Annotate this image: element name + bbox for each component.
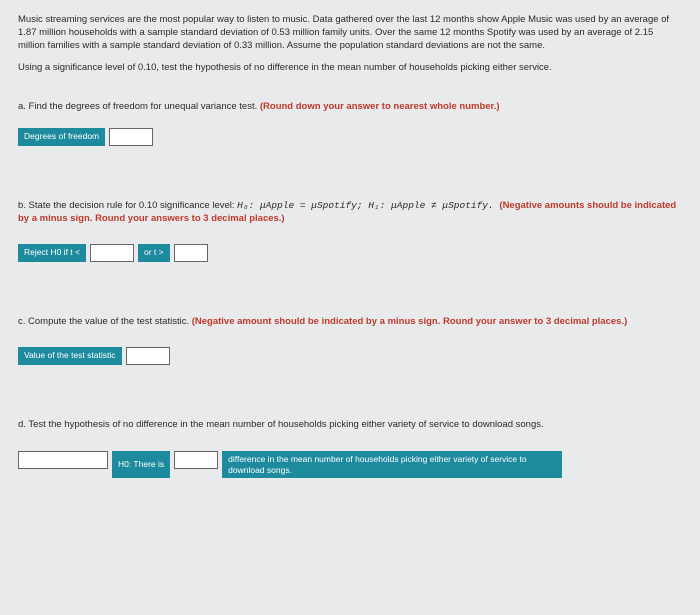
part-b-h0: H₀: μApple = μSpotify;: [237, 200, 368, 211]
reject-h0-lower-input[interactable]: [90, 244, 134, 262]
part-c-field-row: Value of the test statistic: [18, 347, 682, 365]
part-d-leading-input[interactable]: [18, 451, 108, 469]
part-c-note: (Negative amount should be indicated by …: [192, 316, 628, 327]
part-a-prompt: a. Find the degrees of freedom for unequ…: [18, 101, 682, 114]
test-stat-input[interactable]: [126, 347, 170, 365]
part-b-text: b. State the decision rule for 0.10 sign…: [18, 200, 237, 211]
part-d-field-row: H0: There is difference in the mean numb…: [18, 451, 682, 477]
part-b-field-row: Reject H0 if t < or t >: [18, 244, 682, 262]
reject-h0-upper-input[interactable]: [174, 244, 208, 262]
reject-h0-left-label: Reject H0 if t <: [18, 244, 86, 262]
part-a-field-row: Degrees of freedom: [18, 128, 682, 146]
part-c-text: c. Compute the value of the test statist…: [18, 316, 192, 327]
deg-freedom-label: Degrees of freedom: [18, 128, 105, 146]
part-a-text: a. Find the degrees of freedom for unequ…: [18, 101, 260, 112]
part-d-trailing-label: difference in the mean number of househo…: [222, 451, 562, 477]
part-c-prompt: c. Compute the value of the test statist…: [18, 316, 682, 329]
part-d-h0-label: H0: There is: [112, 451, 170, 477]
deg-freedom-input[interactable]: [109, 128, 153, 146]
part-b-h1: H₁: μApple ≠ μSpotify.: [368, 200, 499, 211]
test-stat-label: Value of the test statistic: [18, 347, 122, 365]
problem-intro-1: Music streaming services are the most po…: [18, 14, 682, 52]
part-d-prompt: d. Test the hypothesis of no difference …: [18, 419, 682, 432]
part-a-note: (Round down your answer to nearest whole…: [260, 101, 500, 112]
part-d-middle-input[interactable]: [174, 451, 218, 469]
part-b-prompt: b. State the decision rule for 0.10 sign…: [18, 200, 682, 226]
problem-intro-2: Using a significance level of 0.10, test…: [18, 62, 682, 75]
reject-h0-mid-label: or t >: [138, 244, 170, 262]
